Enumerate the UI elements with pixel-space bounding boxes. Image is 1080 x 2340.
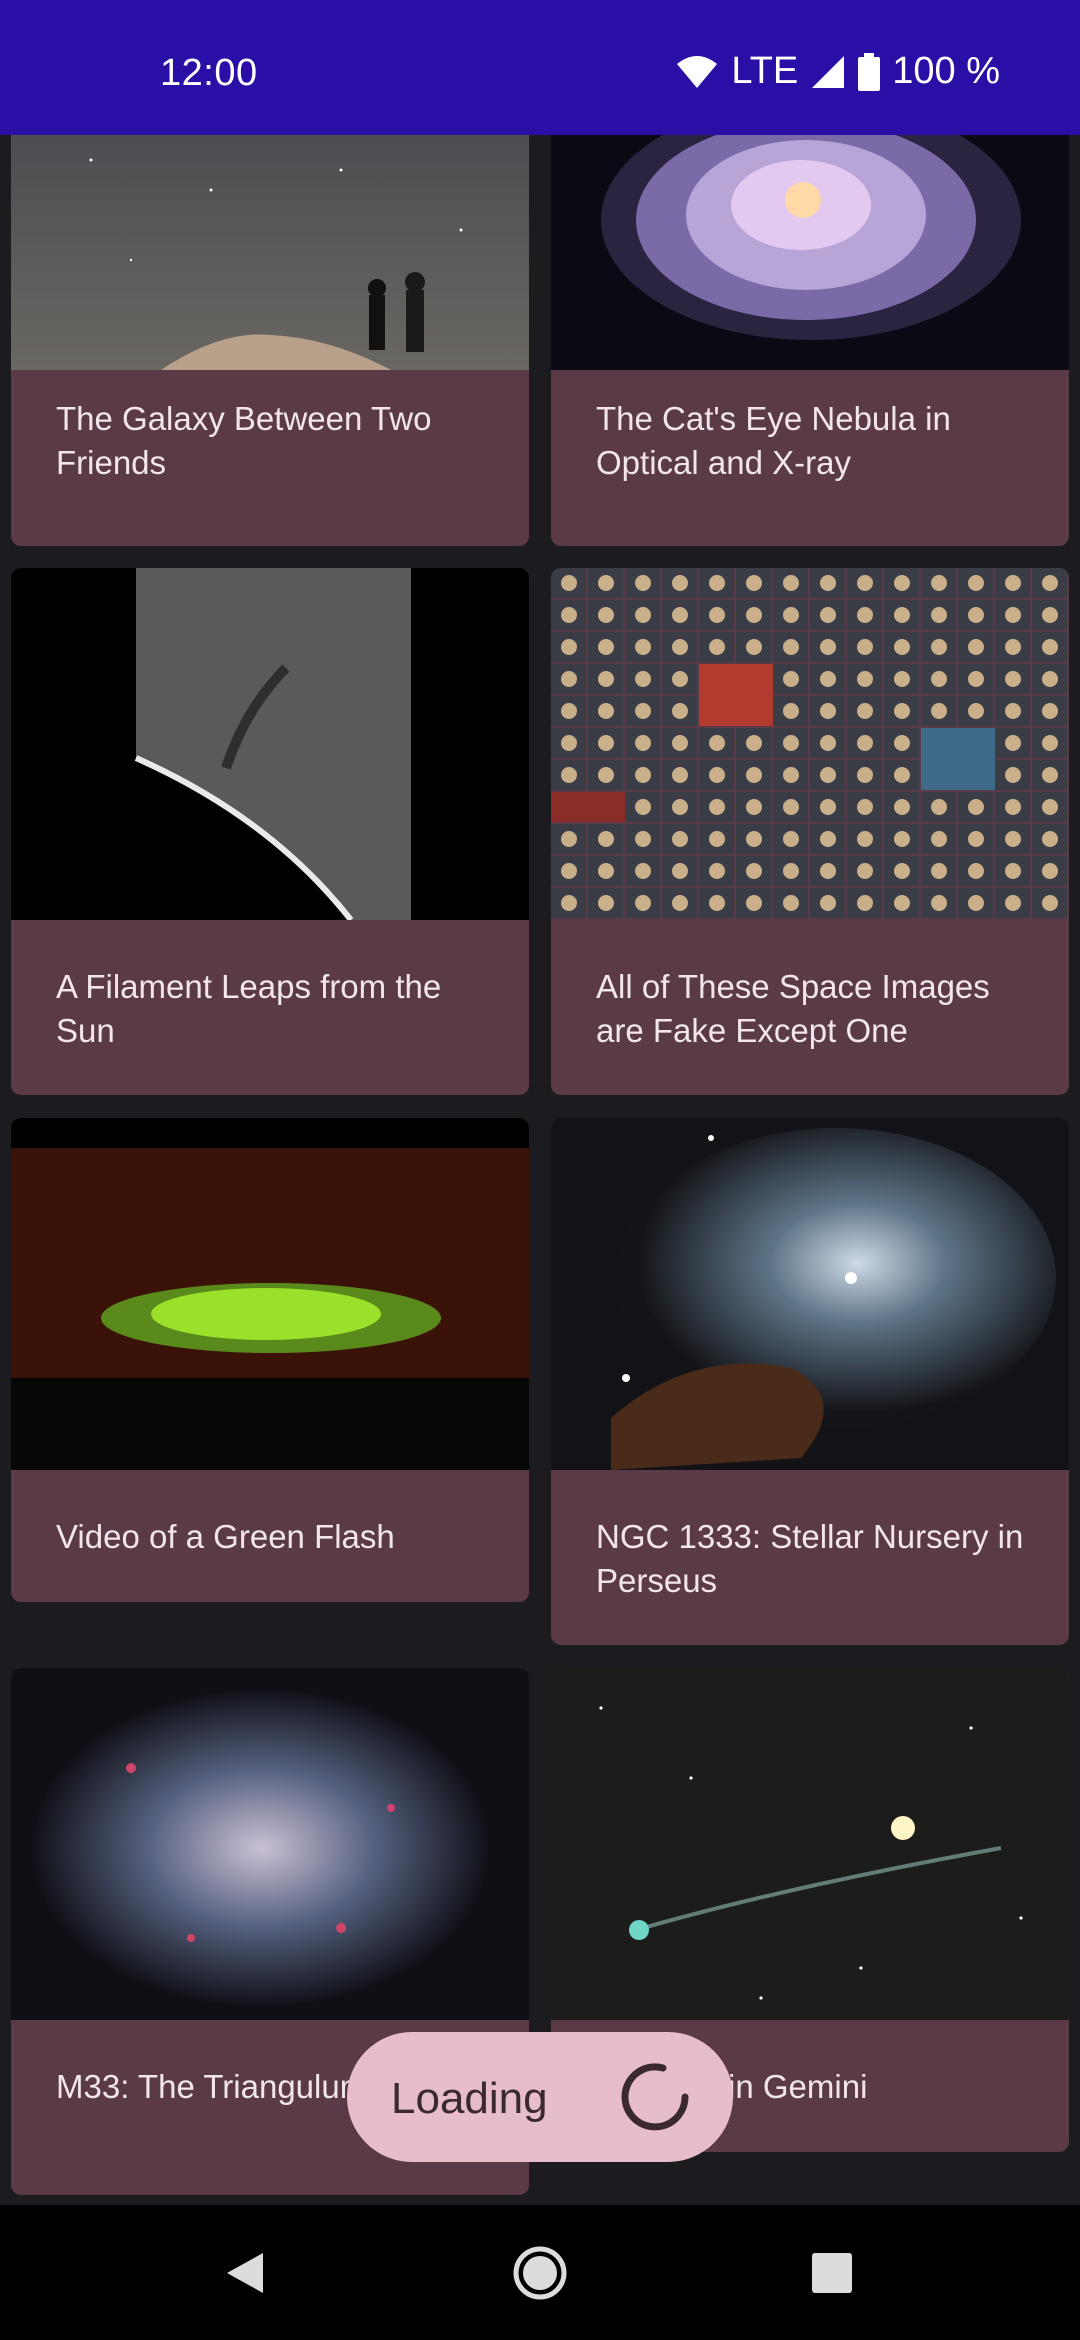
cell-signal-icon (812, 55, 845, 88)
card-image (11, 1118, 529, 1470)
card-image (11, 568, 529, 920)
network-type: LTE (731, 50, 799, 92)
loading-label: Loading (391, 2074, 548, 2123)
card-title: The Cat's Eye Nebula in Optical and X-ra… (596, 400, 951, 481)
card-image (11, 1668, 529, 2020)
card-title: NGC 1333: Stellar Nursery in Perseus (596, 1518, 1024, 1599)
battery-percent: 100 % (892, 50, 1000, 92)
card-title: A Filament Leaps from the Sun (56, 968, 442, 1049)
card-image (551, 135, 1069, 370)
apod-card[interactable]: All of These Space Images are Fake Excep… (551, 568, 1069, 1095)
card-title: The Galaxy Between Two Friends (56, 400, 432, 481)
loading-indicator: Loading (347, 2032, 733, 2162)
card-image (11, 135, 529, 370)
battery-icon (858, 52, 881, 91)
apod-card[interactable]: A Filament Leaps from the Sun (11, 568, 529, 1095)
apod-grid[interactable]: The Galaxy Between Two Friends The Cat's… (0, 135, 1080, 2205)
status-icons: LTE 100 % (675, 50, 1000, 93)
apod-card[interactable]: NGC 1333: Stellar Nursery in Perseus (551, 1118, 1069, 1645)
card-image (551, 1668, 1069, 2020)
card-title: Video of a Green Flash (56, 1518, 395, 1555)
progress-spinner-icon (621, 2063, 689, 2131)
wifi-icon (677, 55, 718, 88)
status-time: 12:00 (160, 52, 258, 94)
apod-card[interactable]: The Cat's Eye Nebula in Optical and X-ra… (551, 135, 1069, 546)
status-bar: 12:00 LTE 100 % (0, 0, 1080, 135)
back-icon[interactable] (205, 2233, 285, 2313)
card-image (551, 1118, 1069, 1470)
apod-card[interactable]: Video of a Green Flash (11, 1118, 529, 1602)
card-image (551, 568, 1069, 920)
card-title: All of These Space Images are Fake Excep… (596, 968, 990, 1049)
apod-card[interactable]: The Galaxy Between Two Friends (11, 135, 529, 546)
home-icon[interactable] (500, 2233, 580, 2313)
navigation-bar (0, 2205, 1080, 2340)
recents-icon[interactable] (792, 2233, 872, 2313)
